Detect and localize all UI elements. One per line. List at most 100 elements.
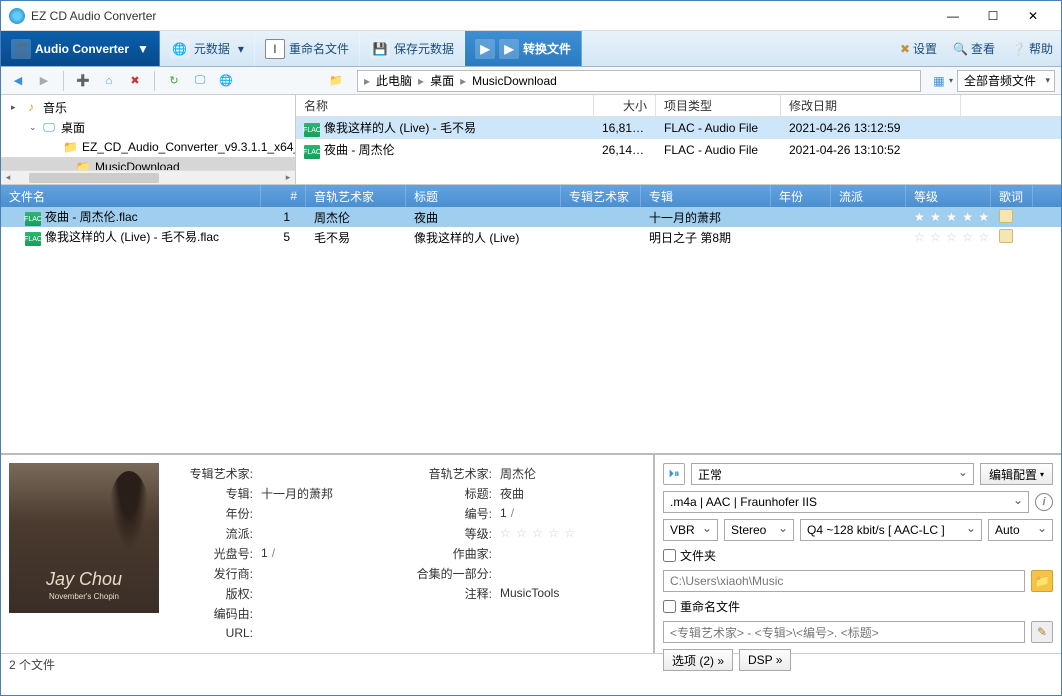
file-browser: 名称 大小 项目类型 修改日期 FLAC像我这样的人 (Live) - 毛不易 … <box>296 95 1061 184</box>
tree-item-music[interactable]: ▸♪音乐 <box>1 97 295 117</box>
help-link[interactable]: ❔帮助 <box>1003 31 1061 66</box>
folder-icon-nav[interactable]: 📁 <box>325 70 347 92</box>
chevron-down-icon: ▼ <box>137 42 149 56</box>
back-button[interactable]: ◀ <box>7 70 29 92</box>
edit-pattern-button[interactable]: ✎ <box>1031 621 1053 643</box>
network-button[interactable]: 🌐 <box>215 70 237 92</box>
maximize-button[interactable]: ☐ <box>973 2 1013 30</box>
tree-horizontal-scrollbar[interactable]: ◂▸ <box>1 170 295 184</box>
album-cover[interactable]: Jay Chou November's Chopin <box>9 463 159 613</box>
col-date[interactable]: 修改日期 <box>781 95 961 116</box>
th-num[interactable]: # <box>261 185 306 207</box>
file-filter-dropdown[interactable]: 全部音频文件 <box>957 70 1055 92</box>
help-icon: ❔ <box>1011 42 1026 56</box>
rename-button[interactable]: I 重命名文件 <box>255 31 360 66</box>
navigation-toolbar: ◀ ▶ ➕ ⌂ ✖ ↻ 🖵 🌐 📁 ▸ 此电脑 ▸ 桌面 ▸ MusicDown… <box>1 67 1061 95</box>
search-icon: 🔍 <box>953 42 968 56</box>
file-row[interactable]: FLAC夜曲 - 周杰伦 26,140 KB FLAC - Audio File… <box>296 139 1061 161</box>
th-genre[interactable]: 流派 <box>831 185 906 207</box>
convert-button[interactable]: ▶ ▶ 转换文件 <box>465 31 582 66</box>
monitor-button[interactable]: 🖵 <box>189 70 211 92</box>
save-meta-label: 保存元数据 <box>394 40 454 57</box>
lyrics-icon[interactable] <box>999 229 1013 243</box>
breadcrumb-seg-3[interactable]: MusicDownload <box>468 74 561 88</box>
audio-converter-tab[interactable]: 🎵 Audio Converter ▼ <box>1 31 160 66</box>
track-list: FLAC夜曲 - 周杰伦.flac 1 周杰伦 夜曲 十一月的萧邦 ★ ★ ★ … <box>1 207 1061 453</box>
convert-label: 转换文件 <box>523 40 571 57</box>
channels-select[interactable]: Stereo <box>724 519 794 541</box>
breadcrumb-seg-2[interactable]: 桌面 <box>426 72 458 89</box>
chevron-down-icon: ▾ <box>238 42 244 56</box>
flac-icon: FLAC <box>304 123 320 137</box>
track-row[interactable]: FLAC夜曲 - 周杰伦.flac 1 周杰伦 夜曲 十一月的萧邦 ★ ★ ★ … <box>1 207 1061 227</box>
dsp-button[interactable]: DSP » <box>739 649 791 671</box>
rename-pattern-input[interactable] <box>663 621 1025 643</box>
options-button[interactable]: 选项 (2) » <box>663 649 733 671</box>
audio-converter-label: Audio Converter <box>35 42 129 56</box>
rename-checkbox[interactable]: 重命名文件 <box>663 598 1053 615</box>
metadata-icon: 🌐 <box>170 39 190 59</box>
th-filename[interactable]: 文件名 <box>1 185 261 207</box>
settings-link[interactable]: ✖设置 <box>892 31 945 66</box>
th-album[interactable]: 专辑 <box>641 185 771 207</box>
breadcrumb-seg-1[interactable]: 此电脑 <box>372 72 416 89</box>
track-list-header: 文件名 # 音轨艺术家 标题 专辑艺术家 专辑 年份 流派 等级 歌词 <box>1 185 1061 207</box>
metadata-label: 元数据 <box>194 40 230 57</box>
output-folder-checkbox[interactable]: 文件夹 <box>663 547 1053 564</box>
flac-icon: FLAC <box>304 145 320 159</box>
close-button[interactable]: ✕ <box>1013 2 1053 30</box>
tree-item-folder1[interactable]: 📁EZ_CD_Audio_Converter_v9.3.1.1_x64_L <box>1 137 295 157</box>
minimize-button[interactable]: ― <box>933 2 973 30</box>
rating-stars[interactable]: ☆ ☆ ☆ ☆ ☆ <box>914 230 990 244</box>
th-albumartist[interactable]: 专辑艺术家 <box>561 185 641 207</box>
rename-label: 重命名文件 <box>289 40 349 57</box>
rename-icon: I <box>265 39 285 59</box>
output-folder-input[interactable] <box>663 570 1025 592</box>
add-file-button[interactable]: ➕ <box>72 70 94 92</box>
titlebar: EZ CD Audio Converter ― ☐ ✕ <box>1 1 1061 31</box>
file-list-header: 名称 大小 项目类型 修改日期 <box>296 95 1061 117</box>
flac-icon: FLAC <box>25 232 41 246</box>
home-button[interactable]: ⌂ <box>98 70 120 92</box>
mode-select[interactable]: VBR <box>663 519 718 541</box>
edit-config-button[interactable]: 编辑配置▾ <box>980 463 1053 485</box>
remove-button[interactable]: ✖ <box>124 70 146 92</box>
lyrics-icon[interactable] <box>999 209 1013 223</box>
forward-button[interactable]: ▶ <box>33 70 55 92</box>
format-select[interactable]: .m4a | AAC | Fraunhofer IIS <box>663 491 1029 513</box>
th-rating[interactable]: 等级 <box>906 185 991 207</box>
refresh-button[interactable]: ↻ <box>163 70 185 92</box>
grid-icon: ▦ <box>931 73 947 89</box>
col-name[interactable]: 名称 <box>296 95 594 116</box>
col-type[interactable]: 项目类型 <box>656 95 781 116</box>
th-year[interactable]: 年份 <box>771 185 831 207</box>
music-icon: ♪ <box>23 99 39 115</box>
save-metadata-button[interactable]: 💾 保存元数据 <box>360 31 465 66</box>
th-artist[interactable]: 音轨艺术家 <box>306 185 406 207</box>
rating-stars[interactable]: ★ ★ ★ ★ ★ <box>914 210 990 224</box>
tree-item-desktop[interactable]: ⌄🖵桌面 <box>1 117 295 137</box>
output-settings-panel: ⏵⏸ 正常 编辑配置▾ .m4a | AAC | Fraunhofer IIS … <box>655 455 1061 653</box>
convert-icon: ▶ <box>475 39 495 59</box>
browse-folder-button[interactable]: 📁 <box>1031 570 1053 592</box>
auto-select[interactable]: Auto <box>988 519 1053 541</box>
priority-select[interactable]: 正常 <box>691 463 974 485</box>
metadata-button[interactable]: 🌐 元数据 ▾ <box>160 31 255 66</box>
info-icon[interactable]: i <box>1035 493 1053 511</box>
folder-tree: ▸♪音乐 ⌄🖵桌面 📁EZ_CD_Audio_Converter_v9.3.1.… <box>1 95 296 184</box>
breadcrumb[interactable]: ▸ 此电脑 ▸ 桌面 ▸ MusicDownload <box>357 70 921 92</box>
bitrate-select[interactable]: Q4 ~128 kbit/s [ AAC-LC ] <box>800 519 982 541</box>
track-row[interactable]: FLAC像我这样的人 (Live) - 毛不易.flac 5 毛不易 像我这样的… <box>1 227 1061 247</box>
file-row[interactable]: FLAC像我这样的人 (Live) - 毛不易 16,819 KB FLAC -… <box>296 117 1061 139</box>
gear-icon: ✖ <box>900 42 910 56</box>
priority-icon-button[interactable]: ⏵⏸ <box>663 463 685 485</box>
meta-rating-stars[interactable]: ☆ ☆ ☆ ☆ ☆ <box>500 526 576 540</box>
window-title: EZ CD Audio Converter <box>31 9 933 23</box>
view-mode-button[interactable]: ▦▾ <box>931 70 953 92</box>
th-title[interactable]: 标题 <box>406 185 561 207</box>
col-size[interactable]: 大小 <box>594 95 656 116</box>
converter-icon: 🎵 <box>11 39 31 59</box>
th-lyrics[interactable]: 歌词 <box>991 185 1033 207</box>
save-icon: 💾 <box>370 39 390 59</box>
view-link[interactable]: 🔍查看 <box>945 31 1003 66</box>
